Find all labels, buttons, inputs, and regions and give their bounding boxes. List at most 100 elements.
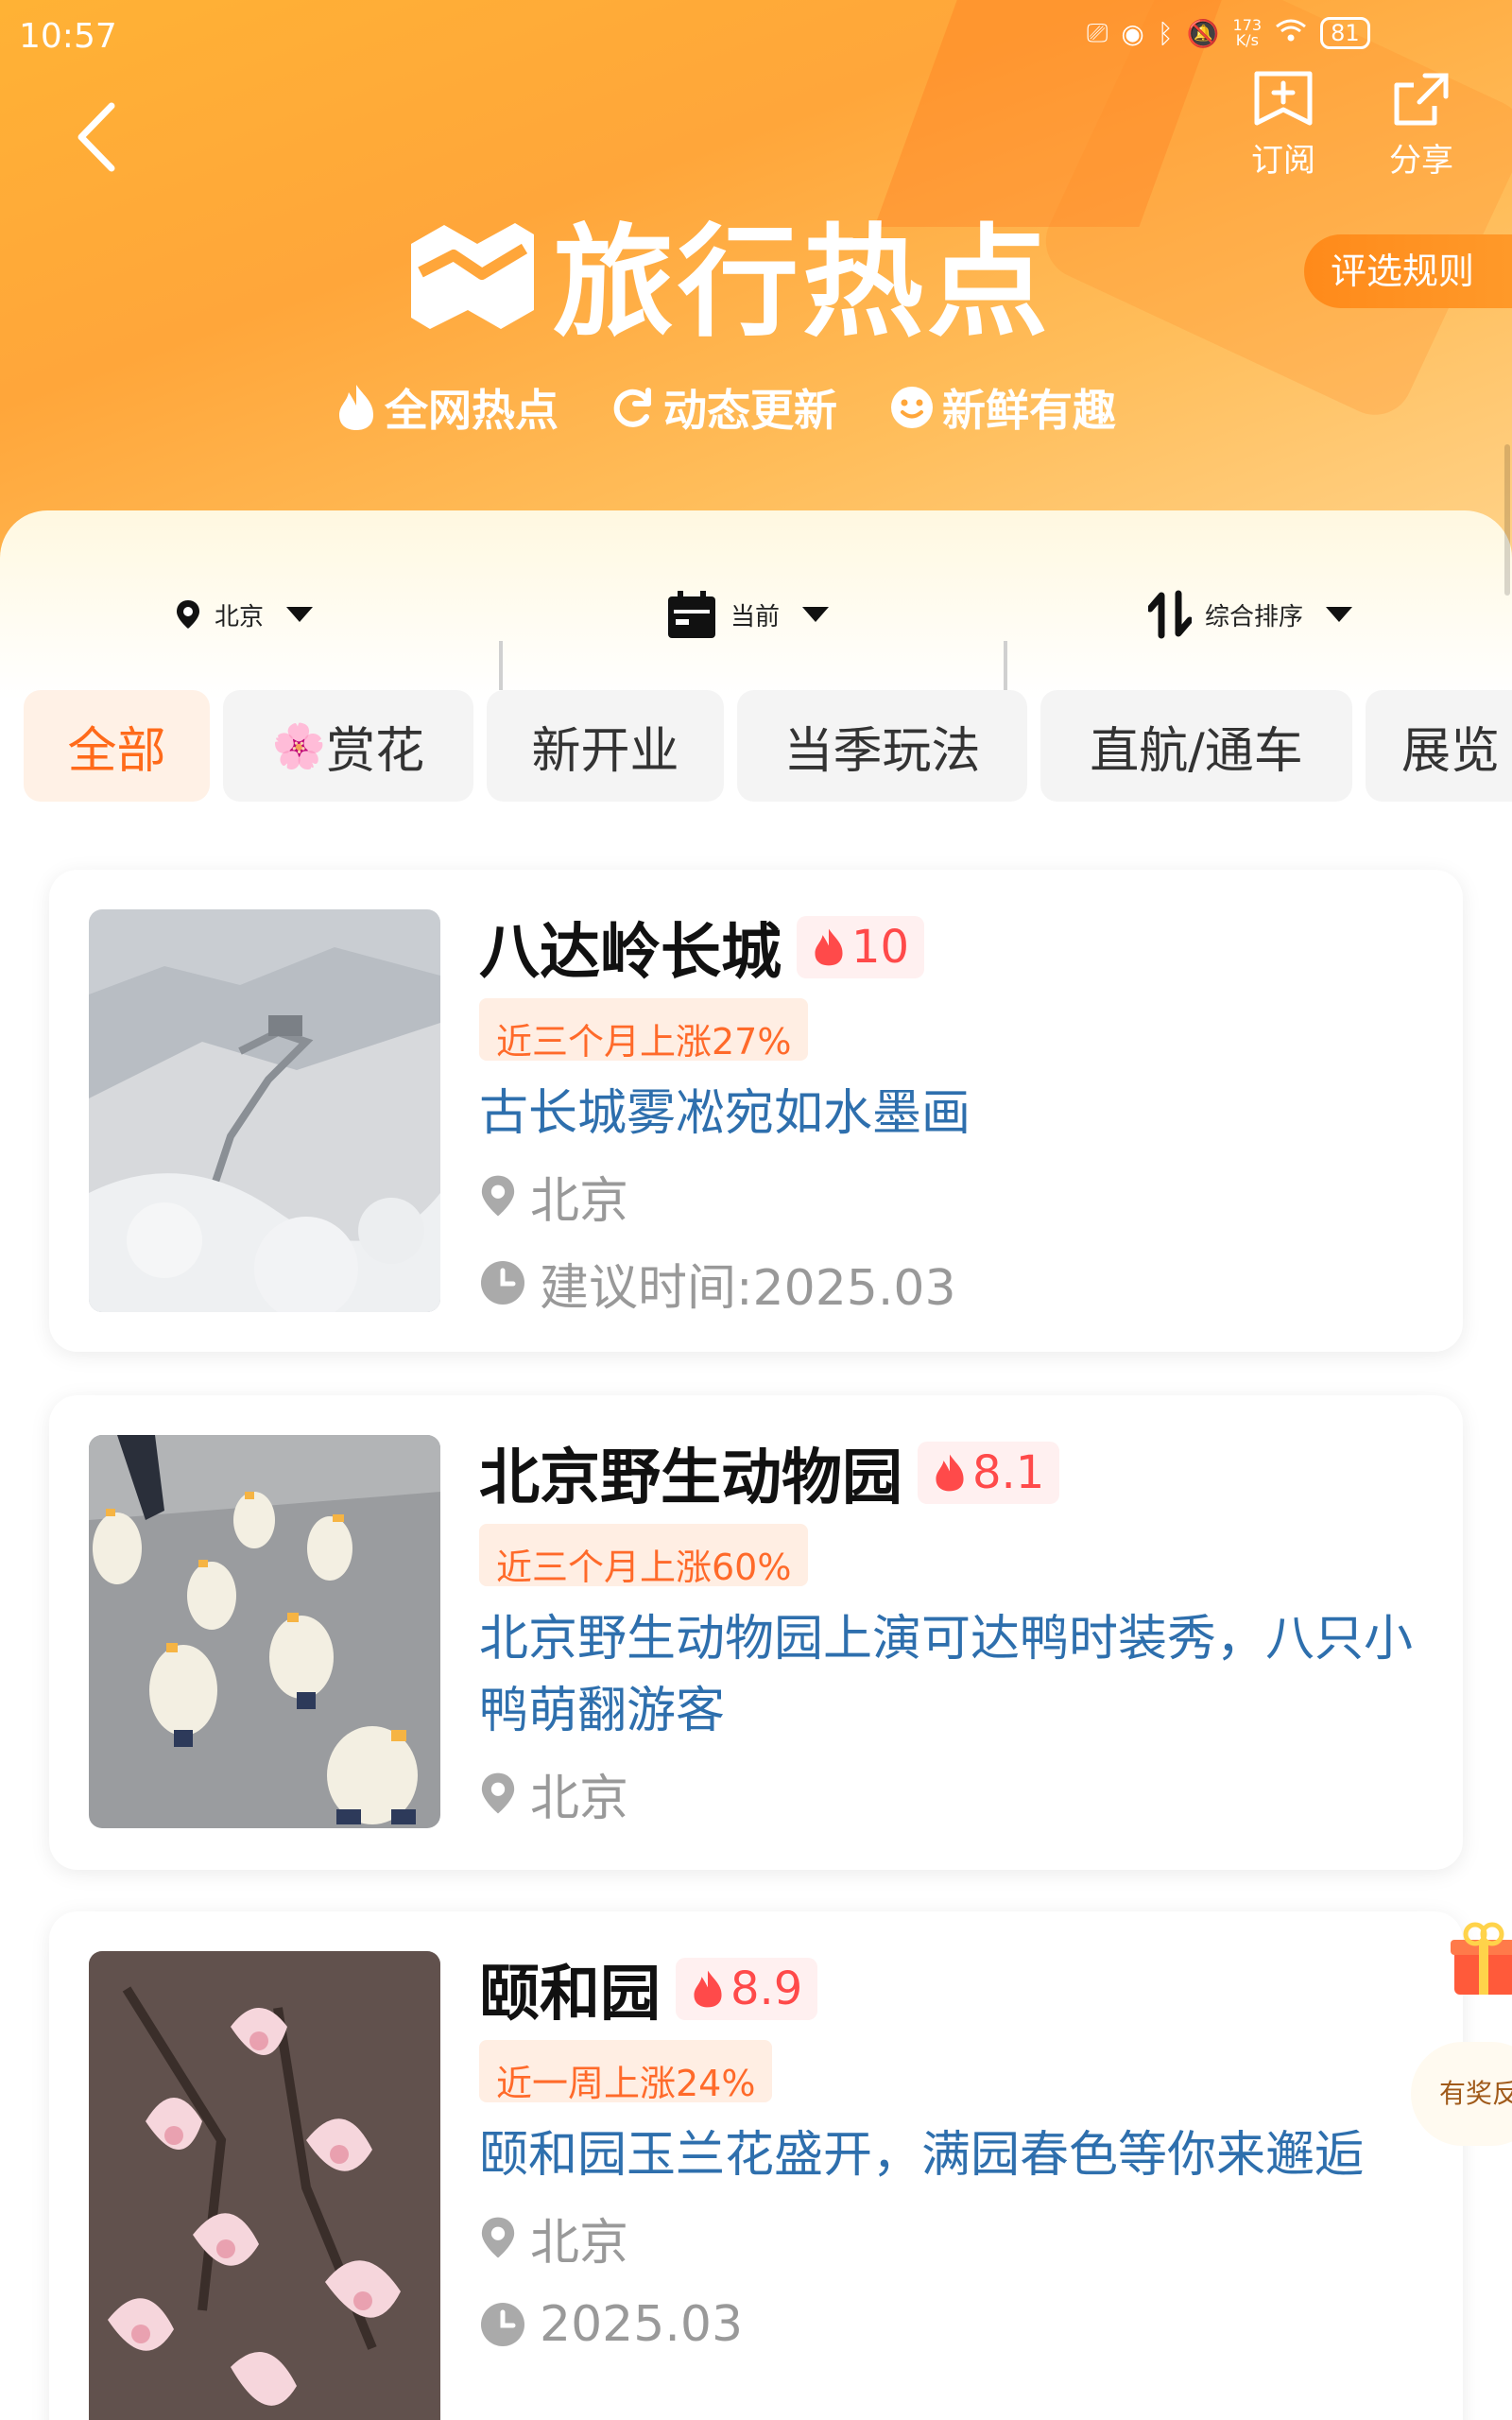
heat-score: 8.9: [730, 1962, 803, 2015]
dropdown-arrow-icon: [1326, 607, 1353, 622]
subscribe-label: 订阅: [1251, 142, 1315, 180]
time-row: 2025.03: [479, 2284, 1424, 2365]
battery-indicator: 81: [1320, 17, 1370, 49]
gift-icon: [1451, 1922, 1512, 1995]
card-body: 北京野生动物园 8.1 近三个月上涨60% 北京野生动物园上演可达鸭时装秀，八只…: [479, 1435, 1424, 1834]
city-filter[interactable]: 北京: [175, 567, 314, 662]
feedback-float-button[interactable]: 有奖反馈: [1411, 2042, 1512, 2146]
location-pin-icon: [481, 2217, 515, 2258]
feature-label: 全网热点: [385, 385, 558, 436]
time-filter-label: 当前: [730, 602, 781, 631]
heat-score: 10: [851, 921, 910, 974]
city-filter-label: 北京: [215, 602, 265, 631]
trend-badge: 近三个月上涨27%: [479, 998, 809, 1061]
name-row: 北京野生动物园 8.1: [479, 1435, 1424, 1513]
wifi-icon: [1275, 18, 1307, 49]
list-item[interactable]: 北京野生动物园 8.1 近三个月上涨60% 北京野生动物园上演可达鸭时装秀，八只…: [49, 1395, 1463, 1870]
subscribe-button[interactable]: 订阅: [1227, 68, 1340, 181]
bookmark-add-icon: [1254, 71, 1313, 126]
location-pin-icon: [177, 600, 199, 629]
spot-name: 北京野生动物园: [479, 1443, 902, 1513]
share-icon: [1394, 73, 1449, 126]
eye-icon: ◉: [1121, 17, 1144, 49]
rules-button[interactable]: 评选规则: [1304, 234, 1512, 308]
spot-photo: [89, 1435, 440, 1828]
spot-photo: [89, 909, 440, 1312]
page-title-text: 旅行热点: [553, 213, 1053, 354]
feature-list: 全网热点 动态更新 新鲜有趣: [335, 376, 1116, 439]
dropdown-arrow-icon: [286, 607, 314, 622]
dropdown-arrow-icon: [802, 607, 830, 622]
tab-exhibition[interactable]: 展览: [1366, 690, 1512, 802]
spot-description[interactable]: 北京野生动物园上演可达鸭时装秀，八只小鸭萌翻游客: [479, 1603, 1424, 1747]
mute-icon: 🔕: [1186, 17, 1220, 49]
filter-bar: 北京 当前 综合排序: [0, 567, 1512, 690]
card-body: 八达岭长城 10 近三个月上涨27% 古长城雾凇宛如水墨画 北京 建议时间:20…: [479, 909, 1424, 1323]
location-row: 北京: [479, 2197, 1424, 2278]
magnolia-image: [89, 1951, 440, 2420]
status-icons: ⎚ ◉ ᛒ 🔕 173 K/s 81: [1087, 17, 1370, 49]
location-pin-icon: [481, 1772, 515, 1814]
tab-seasonal[interactable]: 当季玩法: [737, 690, 1027, 802]
cast-icon: ⎚: [1087, 17, 1108, 48]
suggested-time: 建议时间:2025.03: [540, 1259, 956, 1317]
sort-filter-label: 综合排序: [1205, 602, 1304, 631]
back-button[interactable]: [66, 95, 132, 180]
trend-badge: 近三个月上涨60%: [479, 1524, 809, 1586]
heat-badge: 10: [797, 916, 925, 978]
flame-icon: [694, 1970, 722, 2008]
list-item[interactable]: 颐和园 8.9 近一周上涨24% 颐和园玉兰花盛开，满园春色等你来邂逅 北京 2…: [49, 1911, 1463, 2420]
divider: [1004, 641, 1007, 690]
tab-flowers[interactable]: 🌸 赏花: [223, 690, 473, 802]
flame-icon: [936, 1454, 964, 1492]
tab-direct-transport[interactable]: 直航/通车: [1040, 690, 1352, 802]
heat-score: 8.1: [972, 1446, 1045, 1499]
trend-badge: 近一周上涨24%: [479, 2040, 773, 2102]
category-tabs: 全部 🌸 赏花 新开业 当季玩法 直航/通车 展览: [24, 690, 1512, 804]
refresh-icon: [613, 388, 651, 427]
net-speed: 173 K/s: [1232, 16, 1263, 49]
tab-all[interactable]: 全部: [24, 690, 210, 802]
flame-icon: [339, 385, 373, 430]
divider: [499, 641, 503, 690]
great-wall-image: [89, 909, 440, 1312]
page-title: 旅行热点: [402, 184, 1052, 359]
gift-float-button[interactable]: [1451, 1919, 1512, 2004]
feature-label: 动态更新: [663, 385, 837, 436]
cherry-blossom-icon: 🌸: [271, 719, 327, 771]
smiley-icon: [891, 387, 933, 428]
share-button[interactable]: 分享: [1365, 68, 1478, 181]
bluetooth-icon: ᛒ: [1157, 17, 1174, 49]
calendar-icon: [668, 591, 715, 638]
tab-label: 展览: [1401, 722, 1501, 780]
flame-icon: [815, 928, 843, 966]
card-body: 颐和园 8.9 近一周上涨24% 颐和园玉兰花盛开，满园春色等你来邂逅 北京 2…: [479, 1951, 1424, 2365]
name-row: 颐和园 8.9: [479, 1951, 1424, 2030]
spot-name: 八达岭长城: [479, 918, 782, 988]
spot-description[interactable]: 颐和园玉兰花盛开，满园春色等你来邂逅: [479, 2119, 1424, 2191]
tab-label: 直航/通车: [1090, 722, 1303, 780]
tab-label: 全部: [67, 722, 166, 780]
tab-new-opening[interactable]: 新开业: [487, 690, 724, 802]
list-item[interactable]: 八达岭长城 10 近三个月上涨27% 古长城雾凇宛如水墨画 北京 建议时间:20…: [49, 870, 1463, 1352]
location-pin-icon: [481, 1175, 515, 1217]
suggested-time: 2025.03: [540, 2296, 744, 2353]
time-row: 建议时间:2025.03: [479, 1242, 1424, 1323]
scrollbar[interactable]: [1504, 444, 1510, 596]
clock-icon: [481, 2303, 524, 2346]
spot-description[interactable]: 古长城雾凇宛如水墨画: [479, 1078, 1424, 1150]
location-text: 北京: [530, 1770, 629, 1827]
chevron-left-icon: [77, 102, 115, 172]
location-row: 北京: [479, 1155, 1424, 1236]
feature-item: 全网热点: [335, 376, 558, 439]
time-filter[interactable]: 当前: [666, 567, 830, 662]
clock-icon: [481, 1261, 524, 1305]
feature-item: 动态更新: [610, 376, 837, 439]
sort-filter[interactable]: 综合排序: [1148, 567, 1353, 662]
tab-label: 新开业: [531, 722, 679, 780]
status-time: 10:57: [19, 17, 117, 56]
feature-item: 新鲜有趣: [889, 376, 1116, 439]
heat-badge: 8.1: [918, 1442, 1060, 1504]
tab-label: 当季玩法: [783, 722, 981, 780]
spot-name: 颐和园: [479, 1960, 661, 2030]
